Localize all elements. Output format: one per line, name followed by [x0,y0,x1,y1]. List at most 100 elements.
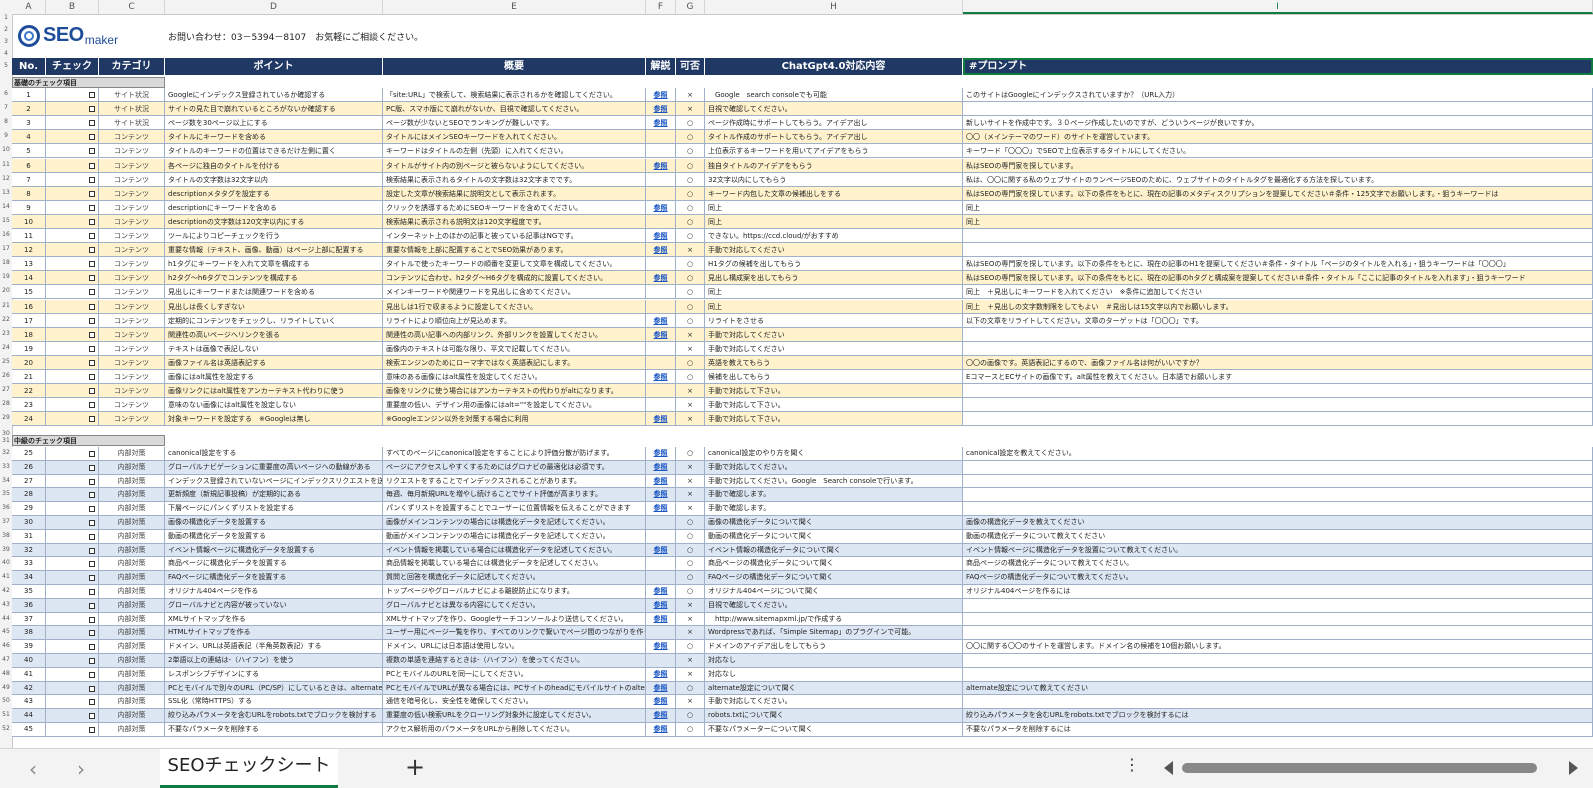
check-cell[interactable] [46,447,99,461]
explanation-link[interactable]: 参照 [646,723,676,737]
checkbox[interactable] [89,478,95,485]
checkbox[interactable] [89,345,95,352]
explanation-link[interactable] [646,529,676,544]
row-number-header[interactable]: 1 [0,14,12,21]
row-number-header[interactable]: 10 [0,146,12,153]
row-number-header[interactable]: 11 [0,161,12,168]
row-number-header[interactable]: 14 [0,203,12,210]
explanation-link[interactable]: 参照 [646,460,676,475]
explanation-link[interactable] [646,626,676,641]
column-letter-h[interactable]: H [705,0,963,14]
check-cell[interactable] [46,543,99,558]
check-cell[interactable] [46,102,99,117]
explanation-link[interactable]: 参照 [646,116,676,131]
row-number-header[interactable]: 9 [0,132,12,139]
check-cell[interactable] [46,130,99,145]
checkbox[interactable] [89,547,95,554]
checkbox[interactable] [89,162,95,169]
checkbox[interactable] [89,92,95,98]
row-number-header[interactable]: 50 [0,697,12,704]
sheet-tab-seo-check[interactable]: SEOチェックシート [160,749,338,788]
check-cell[interactable] [46,571,99,585]
explanation-link[interactable] [646,341,676,356]
spreadsheet[interactable]: ABCDEFGHI 1 2 3 4 5 6 7 8 9 10 11 12 13 14 15 16 17 18 19 2… [0,0,1593,748]
row-number-header[interactable]: 42 [0,587,12,594]
row-number-header[interactable]: 35 [0,490,12,497]
row-number-header[interactable]: 31 [0,437,12,444]
check-cell[interactable] [46,654,99,668]
explanation-link[interactable]: 参照 [646,488,676,503]
row-number-header[interactable]: 5 [0,62,12,69]
row-number-header[interactable]: 19 [0,273,12,280]
row-number-header[interactable]: 7 [0,104,12,111]
column-letter-a[interactable]: A [12,0,46,14]
checkbox[interactable] [89,451,95,457]
explanation-link[interactable]: 参照 [646,598,676,613]
check-cell[interactable] [46,502,99,516]
row-number-header[interactable]: 43 [0,601,12,608]
checkbox[interactable] [89,561,95,568]
checkbox[interactable] [89,261,95,268]
chevron-right-icon[interactable]: › [66,757,96,781]
explanation-link[interactable]: 参照 [646,474,676,489]
check-cell[interactable] [46,271,99,286]
check-cell[interactable] [46,172,99,187]
checkbox[interactable] [89,630,95,637]
check-cell[interactable] [46,460,99,475]
check-cell[interactable] [46,626,99,641]
explanation-link[interactable] [646,130,676,145]
explanation-link[interactable]: 参照 [646,709,676,723]
checkbox[interactable] [89,727,95,733]
checkbox[interactable] [89,658,95,664]
row-number-header[interactable]: 20 [0,287,12,294]
row-number-header[interactable]: 28 [0,400,12,407]
checkbox[interactable] [89,402,95,409]
row-number-header[interactable]: 51 [0,711,12,718]
explanation-link[interactable] [646,257,676,272]
check-cell[interactable] [46,257,99,272]
checkbox[interactable] [89,699,95,706]
check-cell[interactable] [46,327,99,342]
row-number-header[interactable]: 32 [0,449,12,456]
row-number-header[interactable]: 33 [0,463,12,470]
explanation-link[interactable]: 参照 [646,200,676,215]
checkbox[interactable] [89,602,95,609]
check-cell[interactable] [46,398,99,413]
explanation-link[interactable] [646,285,676,300]
scroll-right-icon[interactable] [1569,761,1578,775]
checkbox[interactable] [89,616,95,623]
checkbox[interactable] [89,247,95,254]
horizontal-scrollbar[interactable] [1160,758,1580,778]
row-number-header[interactable]: 6 [0,90,12,97]
explanation-link[interactable]: 参照 [646,327,676,342]
row-number-header[interactable]: 25 [0,358,12,365]
checkbox[interactable] [89,106,95,113]
check-cell[interactable] [46,612,99,627]
checkbox[interactable] [89,359,95,366]
explanation-link[interactable]: 参照 [646,102,676,117]
checkbox[interactable] [89,176,95,183]
row-number-header[interactable]: 37 [0,518,12,525]
check-cell[interactable] [46,384,99,399]
row-number-header[interactable]: 15 [0,217,12,224]
check-cell[interactable] [46,488,99,503]
row-number-header[interactable]: 24 [0,344,12,351]
explanation-link[interactable]: 参照 [646,412,676,427]
checkbox[interactable] [89,685,95,692]
check-cell[interactable] [46,186,99,201]
checkbox[interactable] [89,374,95,380]
explanation-link[interactable] [646,172,676,187]
row-number-header[interactable]: 21 [0,302,12,309]
row-number-header[interactable]: 2 [0,26,12,33]
check-cell[interactable] [46,229,99,244]
column-letter-f[interactable]: F [646,0,676,14]
header-cell-8[interactable]: #プロンプト [963,58,1593,75]
row-number-header[interactable]: 18 [0,259,12,266]
checkbox[interactable] [89,506,95,513]
explanation-link[interactable] [646,398,676,413]
row-number-header[interactable]: 29 [0,414,12,421]
checkbox[interactable] [89,671,95,678]
explanation-link[interactable] [646,299,676,314]
check-cell[interactable] [46,557,99,572]
row-number-header[interactable]: 8 [0,118,12,125]
